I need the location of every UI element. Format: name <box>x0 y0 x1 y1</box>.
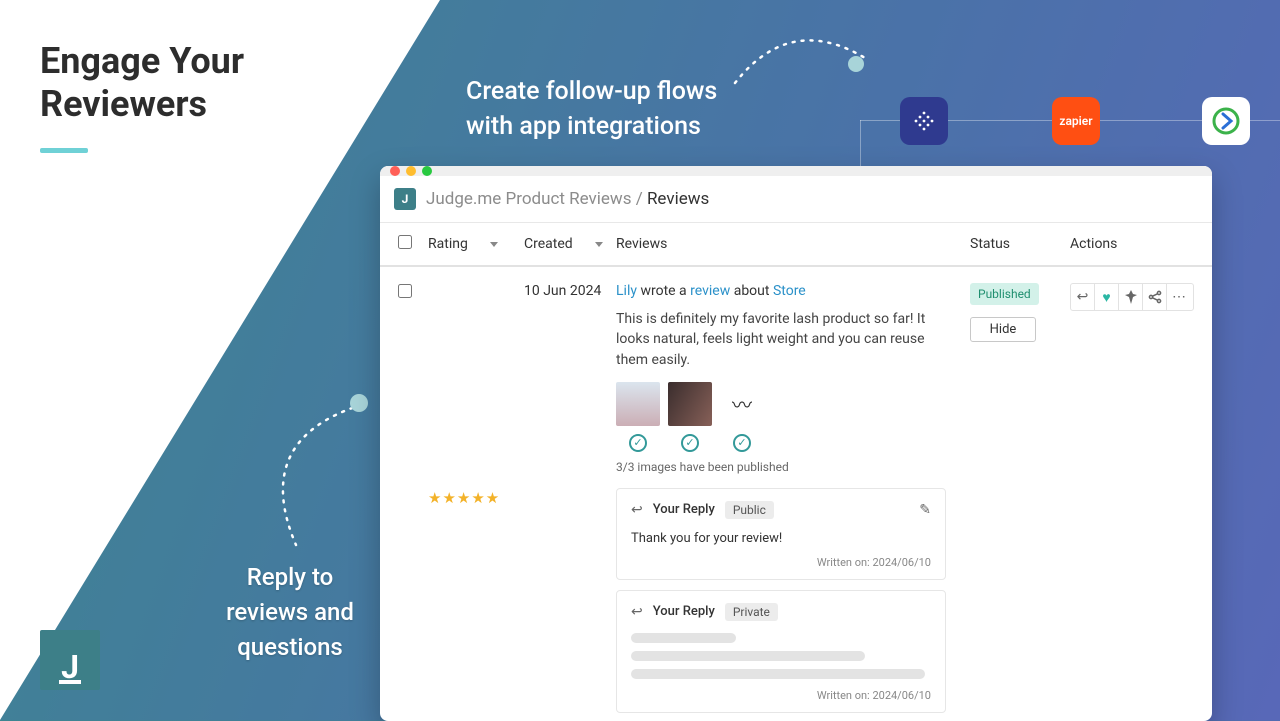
minimize-dot-icon[interactable] <box>406 166 416 176</box>
reply-arrow-icon: ↩ <box>631 604 643 620</box>
reply-body: Thank you for your review! <box>631 531 931 546</box>
reply-timestamp: Written on: 2024/06/10 <box>631 689 931 702</box>
store-link[interactable]: Store <box>773 283 806 299</box>
review-text: This is definitely my favorite lash prod… <box>616 309 946 370</box>
review-headline: Lily wrote a review about Store <box>616 283 946 299</box>
col-status: Status <box>970 236 1070 252</box>
arc-dot-top <box>848 56 864 72</box>
close-dot-icon[interactable] <box>390 166 400 176</box>
status-badge: Published <box>970 283 1039 305</box>
app-window: J Judge.me Product Reviews / Reviews Rat… <box>380 166 1212 721</box>
reply-timestamp: Written on: 2024/06/10 <box>631 556 931 569</box>
reply-arrow-icon: ↩ <box>631 502 643 518</box>
hide-button[interactable]: Hide <box>970 317 1036 342</box>
pin-icon[interactable] <box>1119 284 1143 310</box>
col-rating[interactable]: Rating <box>428 236 468 252</box>
integration-icon-zapier: zapier <box>1052 97 1100 145</box>
reply-caption: Reply to reviews and questions <box>210 560 370 664</box>
caret-icon[interactable] <box>490 242 498 247</box>
images-status: 3/3 images have been published <box>616 460 946 474</box>
row-actions: ↩ ♥ ⋯ <box>1070 283 1194 311</box>
check-icon: ✓ <box>681 434 699 452</box>
reply-card-private: ↩ Your Reply Private Written on: 2024/06… <box>616 590 946 713</box>
reply-action-icon[interactable]: ↩ <box>1071 284 1095 310</box>
share-icon[interactable] <box>1143 284 1167 310</box>
integration-icon-3 <box>1202 97 1250 145</box>
review-date: 10 Jun 2024 <box>524 283 616 713</box>
skeleton-line <box>631 651 865 661</box>
traffic-lights <box>380 166 1212 176</box>
check-icon: ✓ <box>733 434 751 452</box>
reviewer-link[interactable]: Lily <box>616 283 637 299</box>
reply-title: Your Reply <box>653 604 715 619</box>
integration-icon-1 <box>900 97 948 145</box>
brand-logo: J <box>40 630 100 690</box>
breadcrumb-root[interactable]: Judge.me Product Reviews <box>426 189 632 209</box>
visibility-badge: Public <box>725 501 774 519</box>
skeleton-line <box>631 669 925 679</box>
review-image-3[interactable]: 〰 <box>720 382 764 426</box>
check-icon: ✓ <box>629 434 647 452</box>
breadcrumb-current: Reviews <box>647 189 709 209</box>
skeleton-line <box>631 633 736 643</box>
row-checkbox[interactable] <box>398 284 412 298</box>
col-reviews: Reviews <box>616 236 970 252</box>
integrations-subhead: Create follow-up flows with app integrat… <box>466 74 717 144</box>
heart-icon[interactable]: ♥ <box>1095 284 1119 310</box>
integration-line-v <box>860 120 861 170</box>
visibility-badge: Private <box>725 603 778 621</box>
col-actions: Actions <box>1070 236 1194 252</box>
caret-icon[interactable] <box>595 242 603 247</box>
reply-title: Your Reply <box>653 502 715 517</box>
more-icon[interactable]: ⋯ <box>1167 284 1191 310</box>
hero-title: Engage Your Reviewers <box>40 40 244 126</box>
zoom-dot-icon[interactable] <box>422 166 432 176</box>
arc-dot-left <box>350 394 368 412</box>
col-created[interactable]: Created <box>524 236 573 252</box>
review-row: ★★★★★ 10 Jun 2024 Lily wrote a review ab… <box>380 267 1212 721</box>
reply-card-public: ↩ Your Reply Public ✎ Thank you for your… <box>616 488 946 580</box>
column-headers: Rating Created Reviews Status Actions <box>380 223 1212 267</box>
app-logo-icon: J <box>394 188 416 210</box>
review-image-2[interactable] <box>668 382 712 426</box>
review-image-1[interactable] <box>616 382 660 426</box>
hero-underline <box>40 148 88 153</box>
arc-decoration-left <box>256 400 376 550</box>
star-rating: ★★★★★ <box>428 489 500 507</box>
select-all-checkbox[interactable] <box>398 235 412 249</box>
breadcrumb: Judge.me Product Reviews / Reviews <box>426 189 709 209</box>
edit-reply-icon[interactable]: ✎ <box>919 502 931 518</box>
review-link[interactable]: review <box>690 283 730 299</box>
